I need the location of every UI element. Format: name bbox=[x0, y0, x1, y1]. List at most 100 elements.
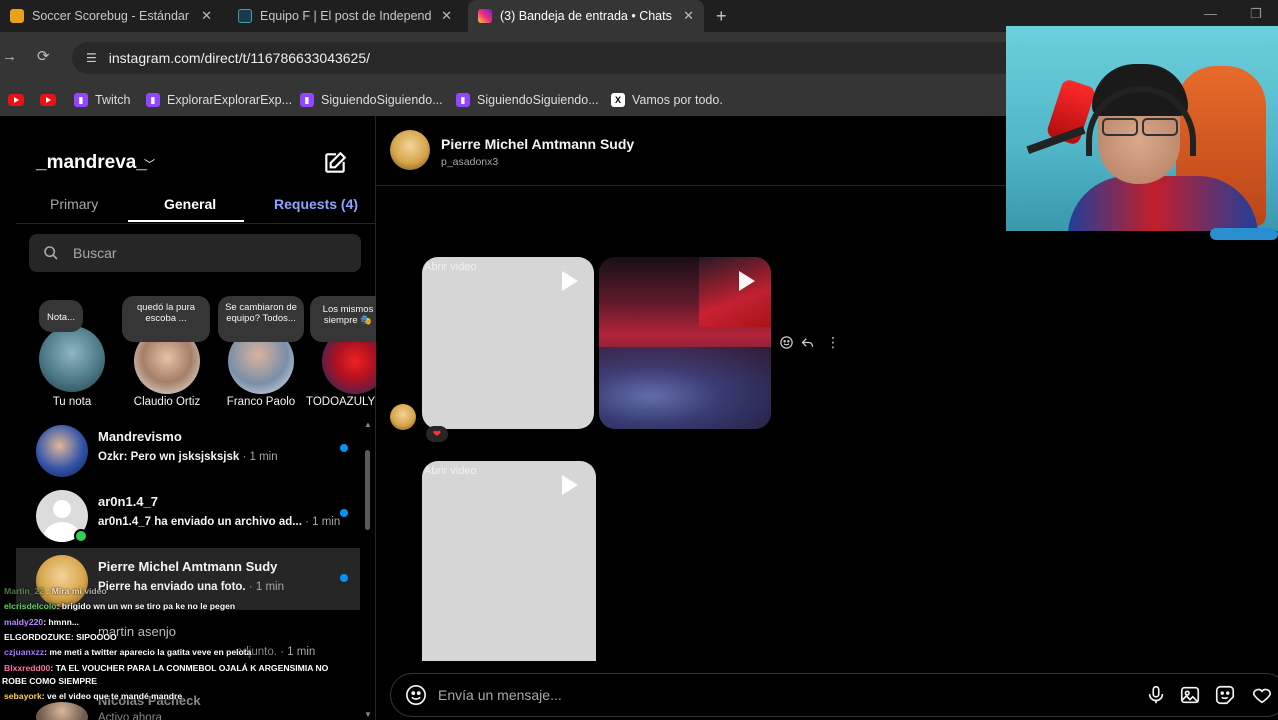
crowd bbox=[599, 347, 771, 429]
unread-dot bbox=[340, 574, 348, 582]
search-input[interactable]: Buscar bbox=[29, 234, 361, 272]
maximize-icon[interactable]: ❐ bbox=[1250, 6, 1262, 22]
sticker-icon[interactable] bbox=[1214, 684, 1236, 706]
scroll-thumb[interactable] bbox=[365, 450, 370, 530]
conversation-item[interactable]: ar0n1.4_7 ar0n1.4_7 ha enviado un archiv… bbox=[16, 483, 360, 545]
note-bubble: Nota... bbox=[39, 300, 83, 332]
stadium-stand bbox=[699, 257, 771, 327]
message-composer[interactable]: Envía un mensaje... bbox=[390, 673, 1278, 717]
conversation-preview: Ozkr: Pero wn jsksjsksjsk · 1 min bbox=[98, 451, 278, 463]
bookmark-vamos[interactable]: X Vamos por todo. bbox=[611, 90, 723, 110]
conversation-name: Mandrevismo bbox=[98, 429, 182, 444]
twitch-icon: ▮ bbox=[300, 93, 314, 107]
conversation-name: Pierre Michel Amtmann Sudy bbox=[98, 559, 278, 574]
video-message[interactable]: Abrir video bbox=[422, 461, 596, 661]
thread-contact-name[interactable]: Pierre Michel Amtmann Sudy bbox=[441, 136, 634, 152]
url-text: instagram.com/direct/t/116786633043625/ bbox=[108, 50, 371, 66]
new-tab-icon[interactable]: + bbox=[716, 6, 727, 27]
screen: Soccer Scorebug - Estándar - A ✕ Equipo … bbox=[0, 0, 1278, 720]
search-icon bbox=[44, 246, 58, 260]
note-name: Claudio Ortiz bbox=[133, 396, 201, 408]
tab-primary[interactable]: Primary bbox=[50, 196, 98, 212]
close-tab-icon[interactable]: ✕ bbox=[201, 8, 212, 24]
microphone-icon[interactable] bbox=[1145, 684, 1167, 706]
broken-image-alt: Abrir video bbox=[424, 465, 477, 477]
inbox-tabs: Primary General Requests (4) bbox=[16, 188, 376, 224]
twitch-icon: ▮ bbox=[146, 93, 160, 107]
chat-line: maldy220: hmnn... bbox=[4, 617, 79, 627]
react-emoji-icon[interactable] bbox=[779, 335, 794, 350]
note-name: Franco Paolo bbox=[226, 396, 296, 408]
chat-line: ELGORDOZUKE: SIPOOOO bbox=[4, 632, 117, 642]
instagram-favicon-icon bbox=[478, 9, 492, 23]
reload-icon[interactable]: ⟳ bbox=[37, 47, 50, 65]
video-message[interactable]: Abrir video bbox=[422, 257, 594, 429]
account-username[interactable]: _mandreva_ bbox=[36, 152, 147, 174]
chat-line: czjuanxzz: me meti a twitter aparecio la… bbox=[4, 647, 252, 657]
broken-image-alt: Abrir video bbox=[424, 261, 477, 273]
unread-dot bbox=[340, 444, 348, 452]
youtube-icon bbox=[8, 94, 24, 106]
jersey bbox=[1068, 176, 1258, 231]
glasses-left bbox=[1102, 118, 1138, 136]
scroll-down-icon[interactable]: ▼ bbox=[364, 710, 372, 719]
emoji-icon[interactable] bbox=[405, 684, 427, 706]
twitch-icon: ▮ bbox=[456, 93, 470, 107]
avatar[interactable] bbox=[390, 130, 430, 170]
bookmark-siguiendo-1[interactable]: ▮ SiguiendoSiguiendo... bbox=[300, 90, 443, 110]
close-tab-icon[interactable]: ✕ bbox=[441, 8, 452, 24]
heart-icon[interactable] bbox=[1251, 684, 1273, 706]
chat-line: Martin_22 : Mira mi video bbox=[4, 586, 107, 596]
avatar bbox=[36, 425, 88, 477]
bookmark-siguiendo-2[interactable]: ▮ SiguiendoSiguiendo... bbox=[456, 90, 599, 110]
inbox-scrollbar[interactable]: ▲ ▼ bbox=[362, 420, 372, 720]
more-options-icon[interactable]: ⋮ bbox=[826, 334, 840, 350]
online-status-icon bbox=[74, 529, 88, 543]
bookmark-explorar[interactable]: ▮ ExplorarExplorarExp... bbox=[146, 90, 292, 110]
image-upload-icon[interactable] bbox=[1179, 684, 1201, 706]
tab-equipo-f[interactable]: Equipo F | El post de Independ ✕ bbox=[228, 0, 462, 32]
webcam-frame-accent bbox=[1210, 228, 1278, 240]
play-icon[interactable] bbox=[562, 271, 578, 291]
notes-row: Nota... Tu nota quedó la pura escoba ...… bbox=[16, 296, 376, 416]
note-name: Tu nota bbox=[52, 396, 92, 408]
site-info-icon[interactable]: ☰ bbox=[86, 51, 97, 65]
glasses-right bbox=[1142, 118, 1178, 136]
play-icon[interactable] bbox=[739, 271, 755, 291]
forward-icon[interactable]: → bbox=[2, 48, 17, 65]
conversation-item[interactable]: Mandrevismo Ozkr: Pero wn jsksjsksjsk · … bbox=[16, 418, 360, 480]
conversation-name: ar0n1.4_7 bbox=[98, 494, 158, 509]
note-bubble: quedó la pura escoba ... bbox=[122, 296, 210, 342]
bookmark-twitch[interactable]: ▮ Twitch bbox=[74, 90, 130, 110]
note-name: TODOAZULYR bbox=[306, 396, 376, 408]
tab-requests[interactable]: Requests (4) bbox=[274, 196, 358, 212]
bookmark-youtube-2[interactable] bbox=[40, 90, 56, 110]
twitch-icon: ▮ bbox=[74, 93, 88, 107]
address-bar[interactable]: ☰ instagram.com/direct/t/116786633043625… bbox=[72, 42, 1072, 74]
tab-soccer-scorebug[interactable]: Soccer Scorebug - Estándar - A ✕ bbox=[0, 0, 222, 32]
tab-general[interactable]: General bbox=[164, 196, 216, 212]
youtube-icon bbox=[40, 94, 56, 106]
sender-avatar[interactable] bbox=[390, 404, 416, 430]
play-icon[interactable] bbox=[562, 475, 578, 495]
scroll-up-icon[interactable]: ▲ bbox=[364, 420, 372, 429]
avatar bbox=[39, 326, 105, 392]
chevron-down-icon[interactable]: ﹀ bbox=[144, 156, 155, 172]
reaction-heart[interactable]: ❤ bbox=[426, 426, 448, 442]
tab-underline bbox=[128, 220, 244, 222]
note-bubble: Se cambiaron de equipo? Todos... bbox=[218, 296, 304, 342]
conversation-preview: ar0n1.4_7 ha enviado un archivo ad... · … bbox=[98, 516, 341, 528]
x-icon: X bbox=[611, 93, 625, 107]
equipo-f-favicon-icon bbox=[238, 9, 252, 23]
bookmark-youtube-1[interactable] bbox=[8, 90, 24, 110]
compose-icon[interactable] bbox=[322, 150, 348, 176]
reply-icon[interactable] bbox=[800, 335, 815, 350]
unread-dot bbox=[340, 509, 348, 517]
minimize-icon[interactable]: — bbox=[1204, 6, 1217, 21]
scorebug-favicon-icon bbox=[10, 9, 24, 23]
note-bubble: Los mismos siempre 🎭 bbox=[310, 296, 376, 342]
thread-contact-handle: p_asadonx3 bbox=[441, 156, 499, 168]
video-message-stadium[interactable] bbox=[599, 257, 771, 429]
tab-instagram-inbox[interactable]: (3) Bandeja de entrada • Chats ✕ bbox=[468, 0, 704, 32]
close-tab-icon[interactable]: ✕ bbox=[683, 8, 694, 24]
